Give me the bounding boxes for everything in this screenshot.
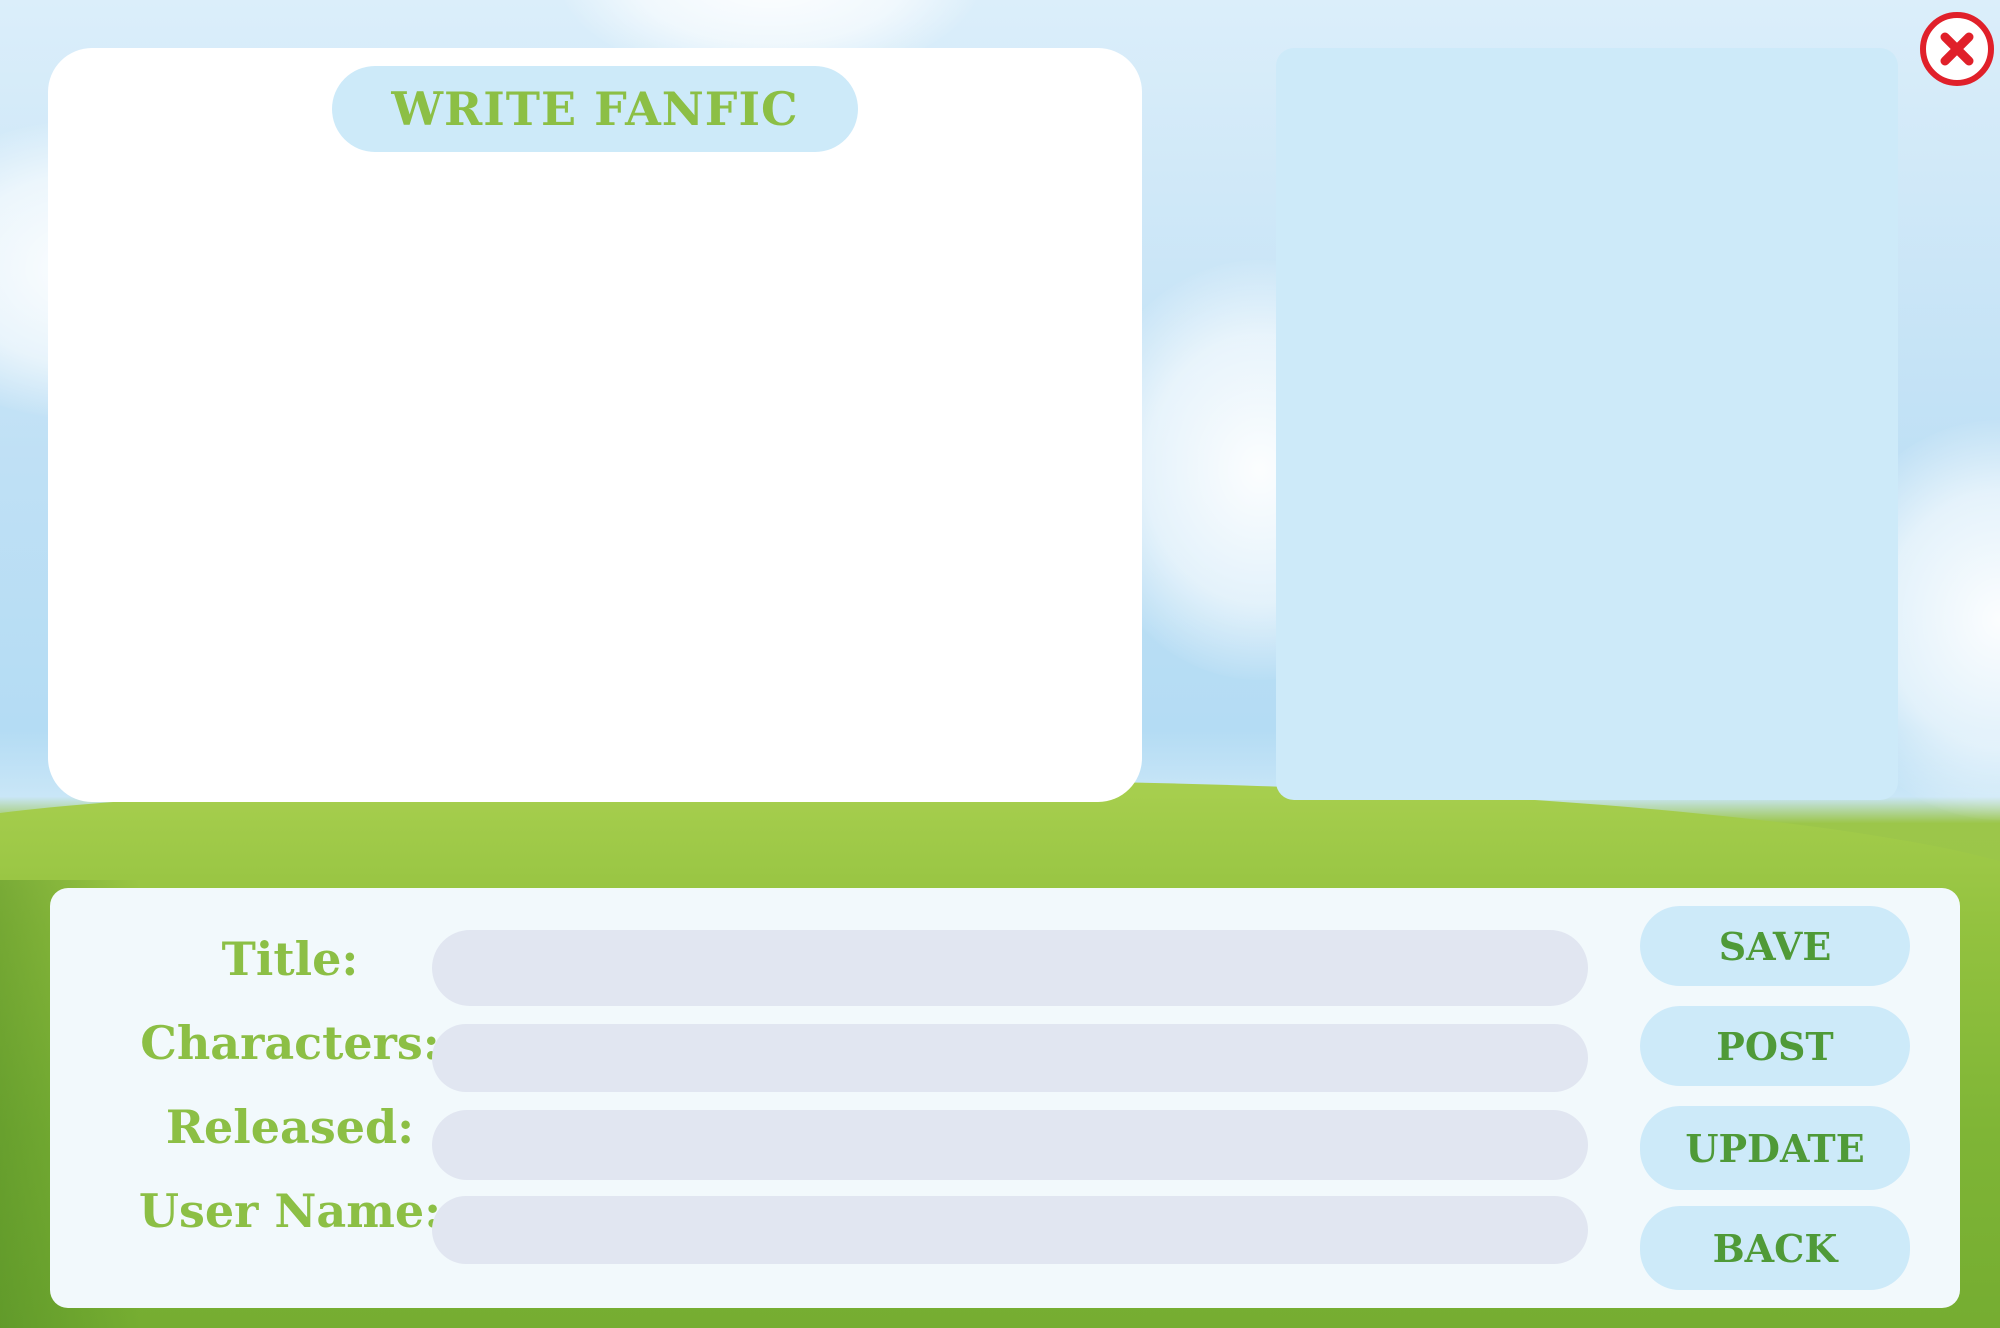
save-button[interactable]: SAVE — [1640, 906, 1910, 986]
released-input[interactable] — [432, 1110, 1588, 1180]
close-icon — [1940, 32, 1974, 66]
preview-panel — [1276, 48, 1898, 800]
metadata-form: Title: Characters: Released: User Name: … — [50, 888, 1960, 1308]
characters-label: Characters: — [140, 1016, 440, 1070]
characters-input[interactable] — [432, 1024, 1588, 1092]
update-button[interactable]: UPDATE — [1640, 1106, 1910, 1190]
title-input[interactable] — [432, 930, 1588, 1006]
back-button[interactable]: BACK — [1640, 1206, 1910, 1290]
released-label: Released: — [165, 1100, 415, 1154]
close-button[interactable] — [1920, 12, 1994, 86]
post-button[interactable]: POST — [1640, 1006, 1910, 1086]
write-area-card[interactable]: WRITE FANFIC — [48, 48, 1142, 802]
page-title: WRITE FANFIC — [332, 66, 858, 152]
title-label: Title: — [221, 932, 359, 986]
username-input[interactable] — [432, 1196, 1588, 1264]
username-label: User Name: — [138, 1184, 442, 1238]
